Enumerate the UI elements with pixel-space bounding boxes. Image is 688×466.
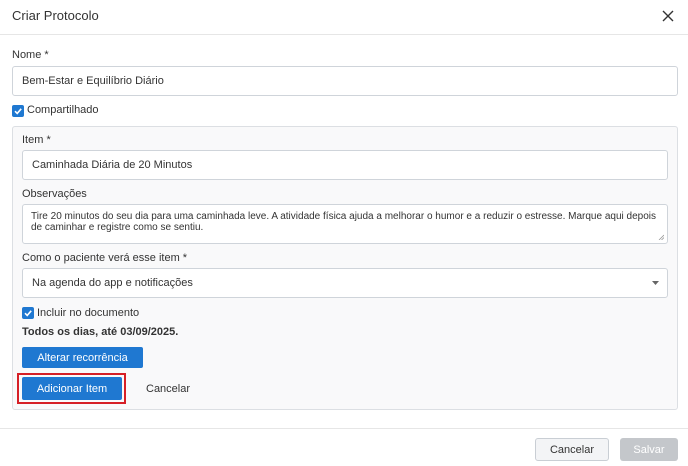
view-value: Na agenda do app e notificações xyxy=(32,277,193,289)
save-button[interactable]: Salvar xyxy=(620,438,678,461)
item-cancel-button[interactable]: Cancelar xyxy=(146,383,190,395)
notes-value: Tire 20 minutos do seu dia para uma cami… xyxy=(31,211,656,233)
checkmark-icon xyxy=(24,310,32,317)
dialog-footer: Cancelar Salvar xyxy=(0,428,688,466)
shared-checkbox[interactable] xyxy=(12,105,24,117)
cancel-button[interactable]: Cancelar xyxy=(535,438,609,461)
close-button[interactable] xyxy=(656,4,680,28)
view-label: Como o paciente verá esse item * xyxy=(22,252,188,264)
notes-label: Observações xyxy=(22,188,87,200)
item-input[interactable]: Caminhada Diária de 20 Minutos xyxy=(22,150,668,180)
shared-label: Compartilhado xyxy=(27,104,99,116)
item-value: Caminhada Diária de 20 Minutos xyxy=(32,159,193,171)
name-label: Nome * xyxy=(12,49,49,61)
dialog-header: Criar Protocolo xyxy=(0,0,688,35)
include-label: Incluir no documento xyxy=(37,307,140,319)
include-checkbox[interactable] xyxy=(22,307,34,319)
name-value: Bem-Estar e Equilíbrio Diário xyxy=(22,75,164,87)
change-recurrence-button[interactable]: Alterar recorrência xyxy=(22,347,143,368)
notes-textarea[interactable]: Tire 20 minutos do seu dia para uma cami… xyxy=(22,204,668,244)
dialog-title: Criar Protocolo xyxy=(12,8,99,23)
add-item-button[interactable]: Adicionar Item xyxy=(22,377,122,400)
checkmark-icon xyxy=(14,108,22,115)
view-select[interactable]: Na agenda do app e notificações xyxy=(22,268,668,298)
recurrence-text: Todos os dias, até 03/09/2025. xyxy=(22,326,179,338)
item-label: Item * xyxy=(22,134,51,146)
chevron-down-icon xyxy=(652,281,659,285)
name-input[interactable]: Bem-Estar e Equilíbrio Diário xyxy=(12,66,678,96)
resize-handle-icon[interactable] xyxy=(658,234,664,240)
close-icon xyxy=(662,10,674,22)
